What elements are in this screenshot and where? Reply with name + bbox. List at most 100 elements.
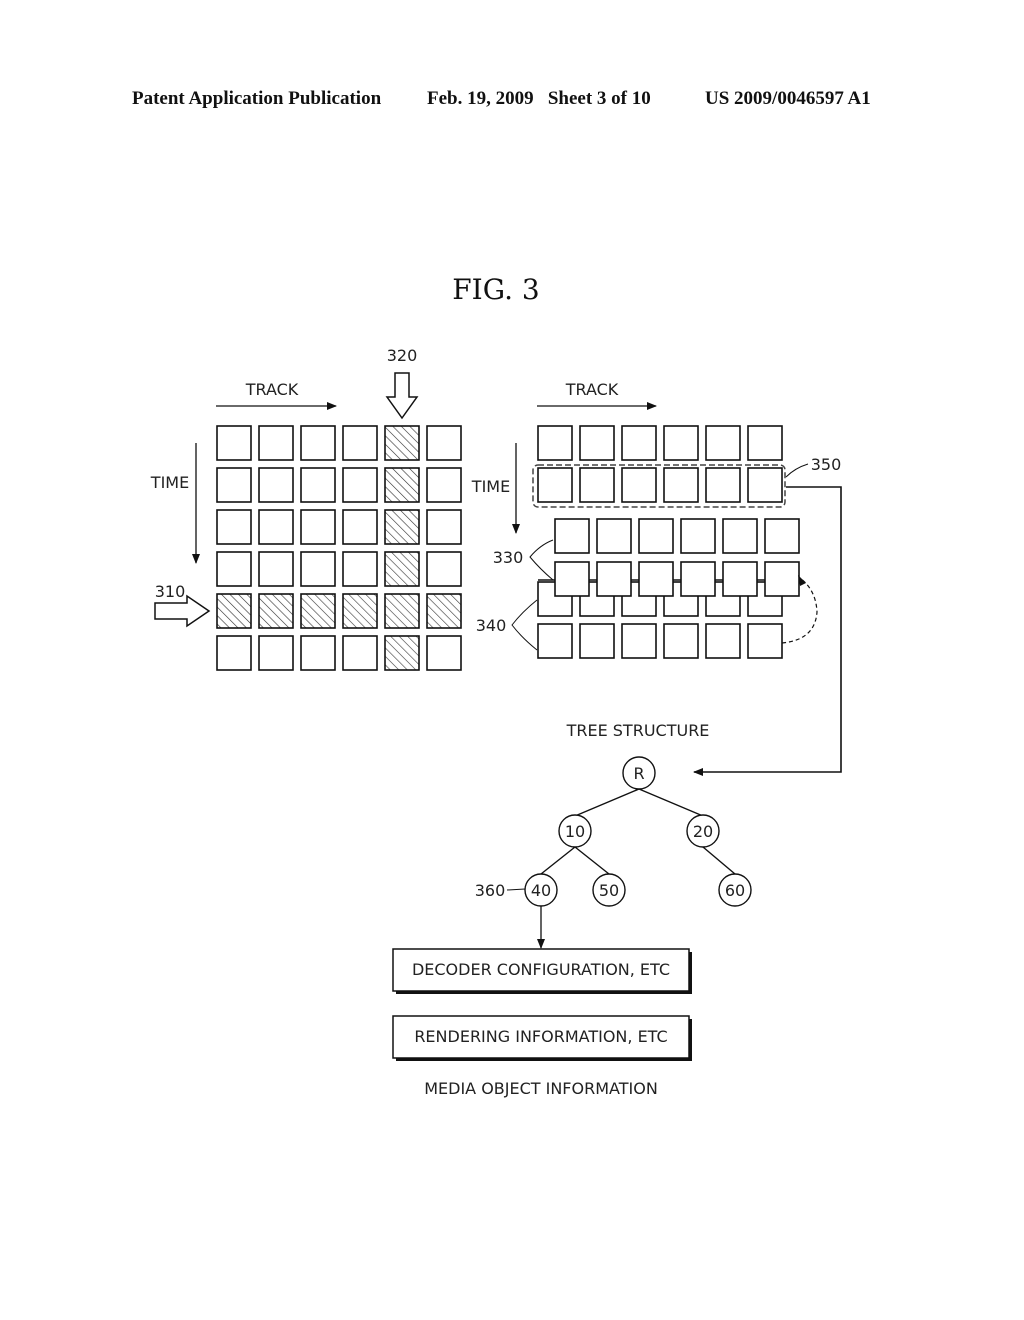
grid-cell — [342, 425, 378, 461]
column-pointer-arrow-icon — [385, 372, 419, 420]
tree-node-20: 20 — [686, 814, 720, 848]
grid-cell-340-lower — [705, 623, 741, 659]
hatched-cell — [300, 593, 336, 629]
decoder-configuration-label: DECODER CONFIGURATION, ETC — [412, 960, 670, 979]
hatched-cell — [384, 551, 420, 587]
grid-cell-340-lower — [621, 623, 657, 659]
grid-cell — [300, 551, 336, 587]
hatched-cell — [216, 593, 252, 629]
grid-cell — [216, 635, 252, 671]
edge-r-10 — [574, 788, 640, 817]
grid-cell — [258, 425, 294, 461]
grid-cell — [621, 425, 657, 461]
tree-node-root-label: R — [633, 764, 644, 783]
grid-cell-330-upper — [638, 518, 674, 554]
hatched-cell — [426, 593, 462, 629]
hatched-cell — [384, 593, 420, 629]
edge-r-20 — [638, 788, 704, 817]
selected-row-cell — [747, 467, 783, 503]
selected-row-cell — [621, 467, 657, 503]
right-track-label: TRACK — [565, 380, 619, 399]
grid-cell — [747, 425, 783, 461]
right-time-label: TIME — [471, 477, 510, 496]
grid-cell-340-lower — [747, 623, 783, 659]
selected-row-cell — [663, 467, 699, 503]
grid-cell — [258, 551, 294, 587]
selected-row-cell — [537, 467, 573, 503]
grid-cell-330-upper — [722, 518, 758, 554]
grid-cell-330-upper — [764, 518, 800, 554]
right-grid-cells — [537, 425, 800, 659]
hatched-cell — [258, 593, 294, 629]
left-track-label: TRACK — [245, 380, 299, 399]
ref-350-leader — [785, 463, 809, 478]
tree-node-20-label: 20 — [693, 822, 713, 841]
left-time-label: TIME — [150, 473, 189, 492]
grid-cell — [342, 635, 378, 671]
grid-cell — [537, 425, 573, 461]
grid-cell — [258, 467, 294, 503]
edge-20-60 — [702, 846, 736, 875]
grid-cell — [426, 467, 462, 503]
grid-cell-330-linked — [596, 561, 632, 597]
tree-node-40-label: 40 — [531, 881, 551, 900]
tree-node-60-label: 60 — [725, 881, 745, 900]
grid-cell — [300, 635, 336, 671]
rendering-information-label: RENDERING INFORMATION, ETC — [414, 1027, 667, 1046]
ref-350-label: 350 — [811, 455, 842, 474]
ref-360-leader — [506, 888, 526, 891]
media-object-information: DECODER CONFIGURATION, ETC RENDERING INF… — [392, 948, 692, 1098]
grid-cell — [258, 509, 294, 545]
right-grid-diagram: TRACK TIME 350 330 340 — [471, 380, 842, 776]
grid-cell — [342, 551, 378, 587]
grid-cell-330-linked — [554, 561, 590, 597]
hatched-cell — [384, 467, 420, 503]
ref-340-label: 340 — [476, 616, 507, 635]
grid-cell — [216, 509, 252, 545]
grid-cell — [342, 467, 378, 503]
left-grid-cells — [216, 425, 462, 671]
grid-cell — [663, 425, 699, 461]
tree-node-50-label: 50 — [599, 881, 619, 900]
edge-10-50 — [574, 846, 610, 875]
grid-cell-330-linked — [722, 561, 758, 597]
hatched-cell — [384, 635, 420, 671]
figure-canvas: FIG. 3 TRACK TIME 320 310 TRACK TIME 350… — [150, 273, 842, 1098]
grid-cell — [300, 425, 336, 461]
grid-cell-330-upper — [554, 518, 590, 554]
tree-node-10: 10 — [558, 814, 592, 848]
tree-node-10-label: 10 — [565, 822, 585, 841]
grid-cell — [426, 551, 462, 587]
grid-cell — [300, 467, 336, 503]
ref-320-label: 320 — [387, 346, 418, 365]
figure-title: FIG. 3 — [452, 273, 539, 306]
tree-node-60: 60 — [718, 873, 752, 907]
grid-cell — [216, 425, 252, 461]
media-object-caption: MEDIA OBJECT INFORMATION — [424, 1079, 658, 1098]
grid-cell-330-linked — [764, 561, 800, 597]
grid-cell — [426, 509, 462, 545]
grid-cell-330-linked — [638, 561, 674, 597]
grid-cell-330-linked — [680, 561, 716, 597]
grid-cell — [426, 425, 462, 461]
ref-310-label: 310 — [155, 582, 186, 601]
edge-10-40 — [540, 846, 576, 875]
grid-cell — [216, 467, 252, 503]
grid-cell — [216, 551, 252, 587]
grid-cell — [258, 635, 294, 671]
hatched-cell — [342, 593, 378, 629]
ref-330-brace — [529, 539, 554, 581]
grid-cell — [426, 635, 462, 671]
grid-cell-330-upper — [680, 518, 716, 554]
tree-title: TREE STRUCTURE — [566, 721, 710, 740]
grid-cell — [579, 425, 615, 461]
ref-330-label: 330 — [493, 548, 524, 567]
grid-cell-340-lower — [537, 623, 573, 659]
selected-row-cell — [705, 467, 741, 503]
tree-node-50: 50 — [592, 873, 626, 907]
grid-cell — [342, 509, 378, 545]
selected-row-cell — [579, 467, 615, 503]
ref-360-label: 360 — [475, 881, 506, 900]
tree-node-root: R — [622, 756, 656, 790]
grid-cell-330-upper — [596, 518, 632, 554]
